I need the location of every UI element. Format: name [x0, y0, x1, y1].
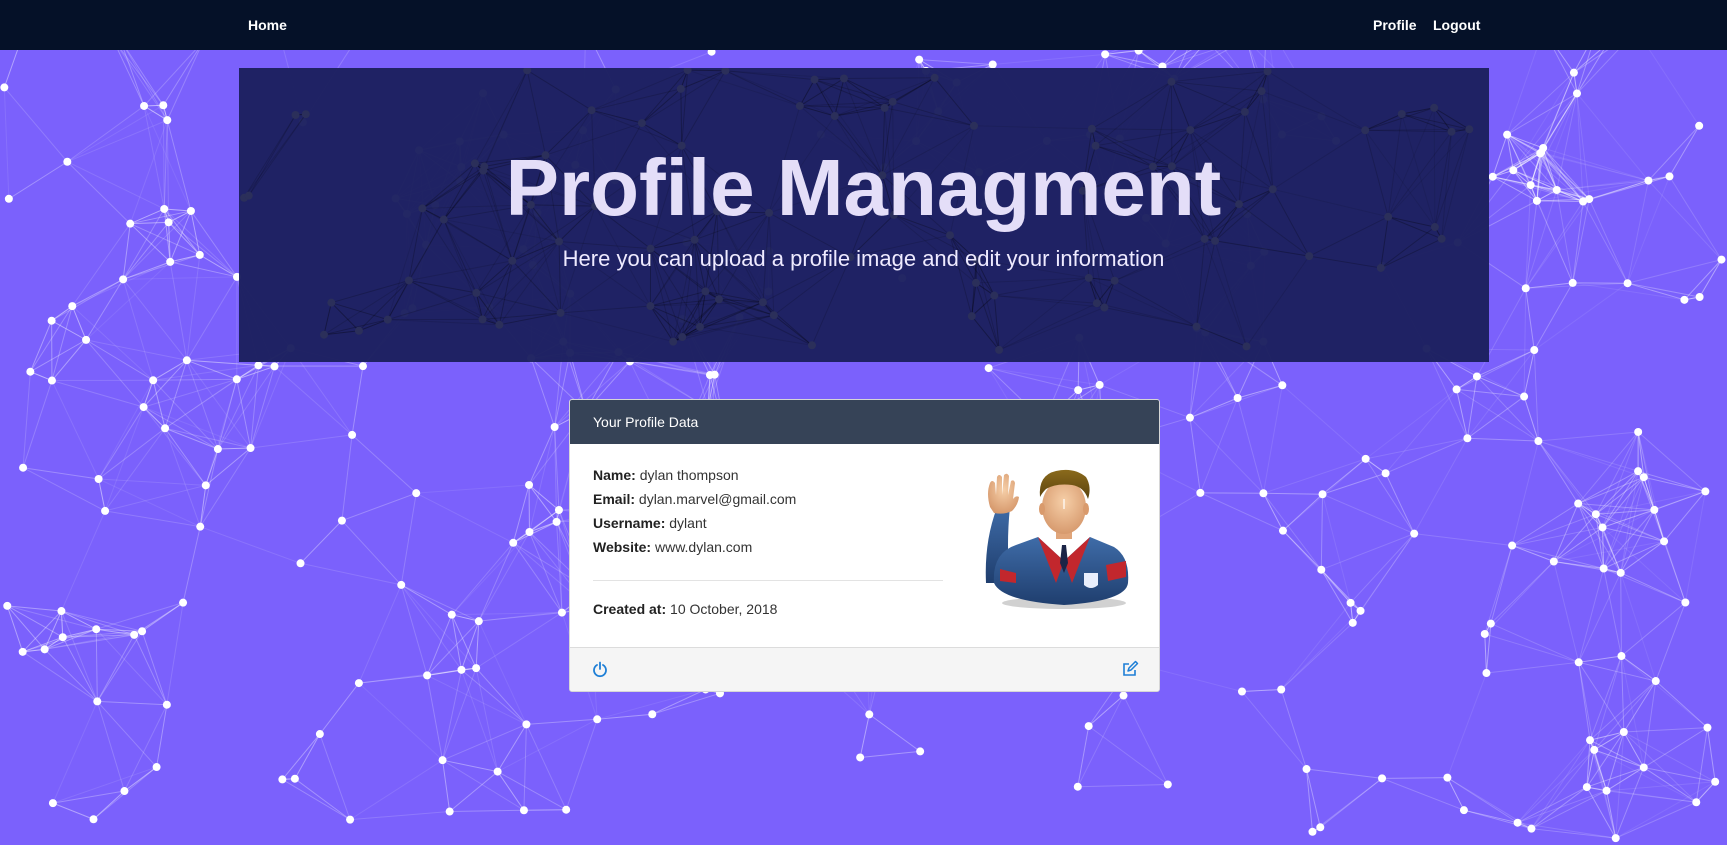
- profile-card-footer: [570, 647, 1159, 691]
- profile-email-value: dylan.marvel@gmail.com: [638, 491, 797, 507]
- edit-icon[interactable]: [1121, 660, 1139, 678]
- power-icon[interactable]: [591, 660, 609, 678]
- profile-website-value: www.dylan.com: [654, 539, 753, 555]
- profile-email-label: Email:: [593, 491, 636, 507]
- nav-profile-link[interactable]: Profile: [1373, 0, 1417, 50]
- top-navbar: Home Profile Logout: [0, 0, 1727, 50]
- nav-home-link[interactable]: Home: [248, 0, 287, 50]
- profile-card: Your Profile Data Name: dylan thompson E…: [569, 399, 1160, 692]
- profile-username-label: Username:: [593, 515, 666, 531]
- profile-created-label: Created at:: [593, 601, 667, 617]
- profile-website-label: Website:: [593, 539, 652, 555]
- profile-username-row: Username: dylant: [593, 514, 707, 532]
- profile-created-value: 10 October, 2018: [670, 601, 778, 617]
- profile-divider: [593, 580, 943, 581]
- profile-username-value: dylant: [669, 515, 707, 531]
- profile-name-label: Name:: [593, 467, 636, 483]
- profile-name-value: dylan thompson: [639, 467, 739, 483]
- profile-name-row: Name: dylan thompson: [593, 466, 739, 484]
- profile-email-row: Email: dylan.marvel@gmail.com: [593, 490, 796, 508]
- page-title: Profile Managment: [505, 143, 1222, 232]
- nav-logout-link[interactable]: Logout: [1433, 0, 1480, 50]
- page-subtitle: Here you can upload a profile image and …: [562, 246, 1165, 271]
- profile-created-row: Created at: 10 October, 2018: [593, 600, 777, 618]
- profile-card-header: Your Profile Data: [570, 400, 1159, 444]
- profile-avatar-image: [985, 469, 1129, 609]
- profile-website-row: Website: www.dylan.com: [593, 538, 752, 556]
